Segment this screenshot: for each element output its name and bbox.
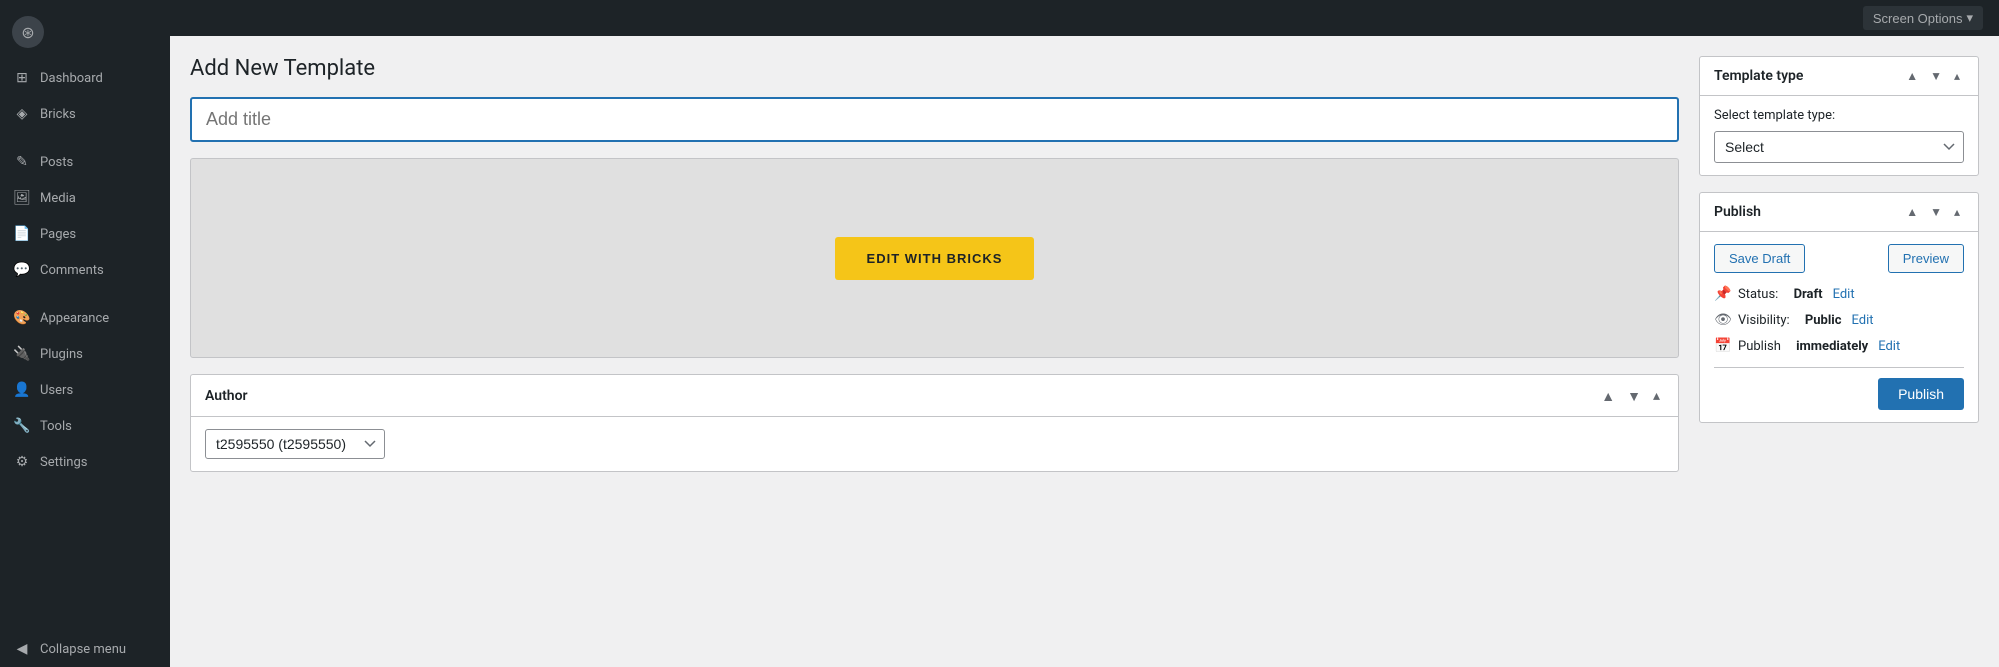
publish-button[interactable]: Publish bbox=[1878, 378, 1964, 410]
right-column: Template type ▲ ▼ ▴ Select template type… bbox=[1699, 56, 1979, 423]
visibility-value: Public bbox=[1805, 313, 1842, 328]
screen-options-label: Screen Options bbox=[1873, 11, 1963, 26]
visibility-icon: 👁 bbox=[1714, 311, 1732, 329]
publish-collapse-down[interactable]: ▼ bbox=[1926, 203, 1946, 221]
comments-icon: 💬 bbox=[12, 260, 32, 280]
sidebar-item-users[interactable]: 👤 Users bbox=[0, 372, 170, 408]
publish-panel-body: Save Draft Preview 📌 Status: Draft Edit bbox=[1700, 232, 1978, 422]
sidebar-item-media[interactable]: 🖼 Media bbox=[0, 180, 170, 216]
pages-icon: 📄 bbox=[12, 224, 32, 244]
author-meta-box: Author ▲ ▼ ▴ t2595550 (t2595550) bbox=[190, 374, 1679, 472]
template-type-controls: ▲ ▼ ▴ bbox=[1902, 67, 1964, 85]
screen-options-arrow-icon: ▾ bbox=[1966, 10, 1973, 26]
save-draft-button[interactable]: Save Draft bbox=[1714, 244, 1805, 273]
sidebar-item-label: Bricks bbox=[40, 107, 76, 122]
author-box-expand-button[interactable]: ▴ bbox=[1649, 385, 1664, 406]
template-type-title: Template type bbox=[1714, 68, 1803, 84]
publish-time-edit-link[interactable]: Edit bbox=[1878, 339, 1900, 354]
author-select[interactable]: t2595550 (t2595550) bbox=[205, 429, 385, 459]
publish-panel-title: Publish bbox=[1714, 204, 1761, 220]
author-meta-box-header: Author ▲ ▼ ▴ bbox=[191, 375, 1678, 417]
publish-panel-header: Publish ▲ ▼ ▴ bbox=[1700, 193, 1978, 232]
users-icon: 👤 bbox=[12, 380, 32, 400]
dashboard-icon: ⊞ bbox=[12, 68, 32, 88]
title-input[interactable] bbox=[190, 97, 1679, 142]
preview-button[interactable]: Preview bbox=[1888, 244, 1964, 273]
content-wrapper: Add New Template EDIT WITH BRICKS Author… bbox=[170, 36, 1999, 667]
sidebar-item-comments[interactable]: 💬 Comments bbox=[0, 252, 170, 288]
publish-time-label: Publish bbox=[1738, 339, 1781, 354]
status-row: 📌 Status: Draft Edit bbox=[1714, 285, 1964, 303]
tools-icon: 🔧 bbox=[12, 416, 32, 436]
author-meta-box-title: Author bbox=[205, 388, 248, 404]
template-type-collapse-up[interactable]: ▲ bbox=[1902, 67, 1922, 85]
template-type-panel-header: Template type ▲ ▼ ▴ bbox=[1700, 57, 1978, 96]
sidebar-item-label: Appearance bbox=[40, 311, 109, 326]
page-title: Add New Template bbox=[190, 56, 1679, 81]
collapse-menu-button[interactable]: ◀ Collapse menu bbox=[0, 631, 170, 667]
status-icon: 📌 bbox=[1714, 285, 1732, 303]
author-box-collapse-down-button[interactable]: ▼ bbox=[1623, 385, 1645, 406]
publish-expand[interactable]: ▴ bbox=[1950, 203, 1964, 221]
meta-box-controls: ▲ ▼ ▴ bbox=[1597, 385, 1664, 406]
topbar: Screen Options ▾ bbox=[170, 0, 1999, 36]
template-type-panel-body: Select template type: Select Header Foot… bbox=[1700, 96, 1978, 175]
sidebar-item-label: Posts bbox=[40, 155, 73, 170]
sidebar-logo: ⊛ bbox=[0, 8, 170, 60]
sidebar-item-plugins[interactable]: 🔌 Plugins bbox=[0, 336, 170, 372]
status-label: Status: bbox=[1738, 287, 1778, 302]
settings-icon: ⚙ bbox=[12, 452, 32, 472]
main-area: Screen Options ▾ Add New Template EDIT W… bbox=[170, 0, 1999, 667]
appearance-icon: 🎨 bbox=[12, 308, 32, 328]
left-column: Add New Template EDIT WITH BRICKS Author… bbox=[190, 56, 1679, 488]
author-box-collapse-up-button[interactable]: ▲ bbox=[1597, 385, 1619, 406]
collapse-menu-label: Collapse menu bbox=[40, 642, 126, 657]
publish-time-value: immediately bbox=[1796, 339, 1868, 354]
sidebar-item-label: Comments bbox=[40, 263, 104, 278]
sidebar-item-label: Pages bbox=[40, 227, 76, 242]
plugins-icon: 🔌 bbox=[12, 344, 32, 364]
visibility-row: 👁 Visibility: Public Edit bbox=[1714, 311, 1964, 329]
template-type-collapse-down[interactable]: ▼ bbox=[1926, 67, 1946, 85]
edit-with-bricks-button[interactable]: EDIT WITH BRICKS bbox=[835, 237, 1035, 280]
media-icon: 🖼 bbox=[12, 188, 32, 208]
sidebar: ⊛ ⊞ Dashboard ◈ Bricks ✎ Posts 🖼 Media 📄… bbox=[0, 0, 170, 667]
publish-button-row: Publish bbox=[1714, 367, 1964, 410]
visibility-edit-link[interactable]: Edit bbox=[1852, 313, 1874, 328]
sidebar-item-label: Dashboard bbox=[40, 71, 103, 86]
wordpress-icon: ⊛ bbox=[12, 16, 44, 48]
status-value: Draft bbox=[1794, 287, 1823, 302]
sidebar-item-bricks[interactable]: ◈ Bricks bbox=[0, 96, 170, 132]
sidebar-item-appearance[interactable]: 🎨 Appearance bbox=[0, 300, 170, 336]
template-type-expand[interactable]: ▴ bbox=[1950, 67, 1964, 85]
visibility-label: Visibility: bbox=[1738, 313, 1790, 328]
posts-icon: ✎ bbox=[12, 152, 32, 172]
bricks-icon: ◈ bbox=[12, 104, 32, 124]
sidebar-item-pages[interactable]: 📄 Pages bbox=[0, 216, 170, 252]
publish-collapse-up[interactable]: ▲ bbox=[1902, 203, 1922, 221]
sidebar-item-posts[interactable]: ✎ Posts bbox=[0, 144, 170, 180]
sidebar-item-label: Users bbox=[40, 383, 73, 398]
sidebar-item-settings[interactable]: ⚙ Settings bbox=[0, 444, 170, 480]
publish-time-row: 📅 Publish immediately Edit bbox=[1714, 337, 1964, 355]
sidebar-item-dashboard[interactable]: ⊞ Dashboard bbox=[0, 60, 170, 96]
sidebar-item-label: Media bbox=[40, 191, 76, 206]
publish-panel: Publish ▲ ▼ ▴ Save Draft Preview bbox=[1699, 192, 1979, 423]
publish-panel-controls: ▲ ▼ ▴ bbox=[1902, 203, 1964, 221]
screen-options-button[interactable]: Screen Options ▾ bbox=[1863, 6, 1983, 30]
sidebar-item-tools[interactable]: 🔧 Tools bbox=[0, 408, 170, 444]
calendar-icon: 📅 bbox=[1714, 337, 1732, 355]
publish-action-buttons: Save Draft Preview bbox=[1714, 244, 1964, 273]
status-edit-link[interactable]: Edit bbox=[1833, 287, 1855, 302]
sidebar-item-label: Tools bbox=[40, 419, 72, 434]
sidebar-item-label: Plugins bbox=[40, 347, 83, 362]
editor-area: EDIT WITH BRICKS bbox=[190, 158, 1679, 358]
template-type-label: Select template type: bbox=[1714, 108, 1964, 123]
template-type-select[interactable]: Select Header Footer Single Archive Sear… bbox=[1714, 131, 1964, 163]
template-type-panel: Template type ▲ ▼ ▴ Select template type… bbox=[1699, 56, 1979, 176]
sidebar-item-label: Settings bbox=[40, 455, 87, 470]
collapse-icon: ◀ bbox=[12, 639, 32, 659]
author-meta-box-body: t2595550 (t2595550) bbox=[191, 417, 1678, 471]
